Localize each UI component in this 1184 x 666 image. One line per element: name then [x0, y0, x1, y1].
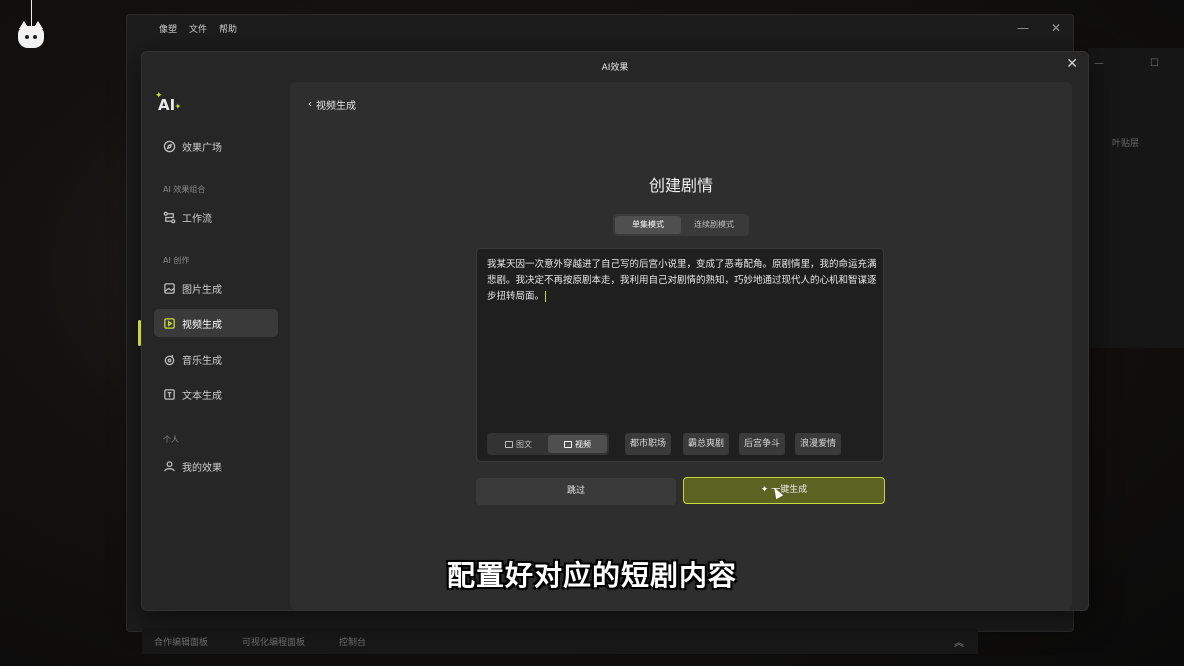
genre-tag[interactable]: 后宫争斗 — [739, 433, 786, 455]
story-text[interactable]: 我某天因一次意外穿越进了自己写的后宫小说里，变成了恶毒配角。原剧情里，我的命运充… — [487, 257, 877, 305]
image-text-icon — [505, 440, 513, 448]
type-video[interactable]: 视频 — [548, 435, 607, 453]
sparkle-icon: ✦ — [760, 485, 769, 495]
close-icon[interactable]: ✕ — [1066, 56, 1078, 72]
bg-bottom-tab-visual[interactable]: 可视化编程面板 — [242, 635, 305, 648]
content-panel: ‹ 视频生成 创建剧情 单集模式 连续剧模式 我某天因一次意外穿越进了自己写的后… — [290, 82, 1072, 610]
bg-menubar: 像塑 文件 帮助 — [127, 15, 1073, 41]
user-icon — [162, 459, 176, 473]
bg-bottom-tab-console[interactable]: 控制台 — [339, 635, 366, 648]
bg-minimize-icon[interactable]: — — [1017, 21, 1029, 35]
ai-effects-modal: AI效果 ✕ ✦ AI ✦ 效果广场 AI 效果组合 工作流 AI 创作 图片生成 … — [138, 51, 1089, 611]
modal-title: AI效果 — [601, 63, 629, 73]
sidebar-item-label: 视频生成 — [182, 319, 222, 331]
back-link-label: 视频生成 — [316, 101, 356, 112]
story-input[interactable]: 我某天因一次意外穿越进了自己写的后宫小说里，变成了恶毒配角。原剧情里，我的命运充… — [476, 248, 884, 462]
cat-logo-icon — [18, 21, 44, 48]
text-icon — [162, 387, 176, 401]
bg-right-panel: — ☐ 叶贴层 — [1088, 48, 1184, 348]
compass-icon — [162, 139, 176, 153]
page-title: 创建剧情 — [648, 176, 713, 195]
sidebar-item-text-gen[interactable]: 文本生成 — [154, 380, 278, 408]
sidebar-item-my-effects[interactable]: 我的效果 — [154, 452, 278, 480]
bg-bottom-tab-collab[interactable]: 合作编辑面板 — [154, 635, 208, 648]
bg-close-icon[interactable]: ✕ — [1051, 21, 1061, 35]
tab-single-episode[interactable]: 单集模式 — [615, 216, 681, 234]
bg-bottom-bar: 合作编辑面板 可视化编程面板 控制台 ︽ — [142, 628, 978, 654]
active-marker — [138, 320, 141, 346]
bg-right-tab[interactable]: 叶贴层 — [1112, 136, 1139, 149]
sidebar-item-label: 图片生成 — [182, 284, 222, 296]
chevron-left-icon: ‹ — [308, 99, 312, 110]
sidebar-item-label: 效果广场 — [182, 142, 222, 154]
text-caret — [545, 291, 547, 302]
music-icon — [162, 352, 176, 366]
genre-tag[interactable]: 都市职场 — [625, 433, 672, 455]
section-label-create: AI 创作 — [163, 256, 190, 265]
chevron-up-icon[interactable]: ︽ — [954, 634, 964, 649]
mode-tabs: 单集模式 连续剧模式 — [613, 214, 749, 236]
sidebar-item-video-gen[interactable]: 视频生成 — [154, 309, 278, 337]
workflow-icon — [162, 210, 176, 224]
sidebar-item-workflow[interactable]: 工作流 — [154, 203, 278, 231]
bg-menu-app[interactable]: 像塑 — [159, 22, 177, 35]
skip-button[interactable]: 跳过 — [476, 478, 676, 505]
video-icon — [162, 316, 176, 330]
image-icon — [162, 281, 176, 295]
genre-tag[interactable]: 霸总爽剧 — [683, 433, 730, 455]
section-label-personal: 个人 — [163, 435, 179, 444]
back-link[interactable]: ‹ 视频生成 — [308, 97, 356, 112]
genre-tag[interactable]: 浪漫爱情 — [795, 433, 842, 455]
ai-brand-icon: ✦ AI ✦ — [155, 91, 182, 114]
logo-string — [31, 0, 32, 26]
generate-button[interactable]: ✦ 一键生成 — [683, 477, 885, 504]
bg-menu-help[interactable]: 帮助 — [219, 22, 237, 35]
section-label-combo: AI 效果组合 — [163, 185, 206, 194]
sidebar-item-plaza[interactable]: 效果广场 — [154, 132, 278, 160]
sidebar-item-image-gen[interactable]: 图片生成 — [154, 274, 278, 302]
type-image-text[interactable]: 图文 — [489, 435, 548, 453]
video-type-icon — [564, 440, 572, 448]
sidebar-item-label: 音乐生成 — [182, 355, 222, 367]
bg-panel-minimize-icon[interactable]: — — [1094, 58, 1104, 69]
sidebar-item-music-gen[interactable]: 音乐生成 — [154, 345, 278, 373]
sidebar-item-label: 文本生成 — [182, 390, 222, 402]
sidebar-item-label: 工作流 — [182, 213, 212, 225]
video-subtitle: 配置好对应的短剧内容 — [446, 559, 737, 592]
bg-panel-maximize-icon[interactable]: ☐ — [1150, 58, 1159, 69]
output-type-toggle: 图文 视频 — [487, 433, 609, 455]
tab-series[interactable]: 连续剧模式 — [681, 216, 747, 234]
sidebar: ✦ AI ✦ 效果广场 AI 效果组合 工作流 AI 创作 图片生成 视频生成 音乐… — [138, 82, 290, 610]
bg-menu-file[interactable]: 文件 — [189, 22, 207, 35]
sidebar-item-label: 我的效果 — [182, 462, 222, 474]
